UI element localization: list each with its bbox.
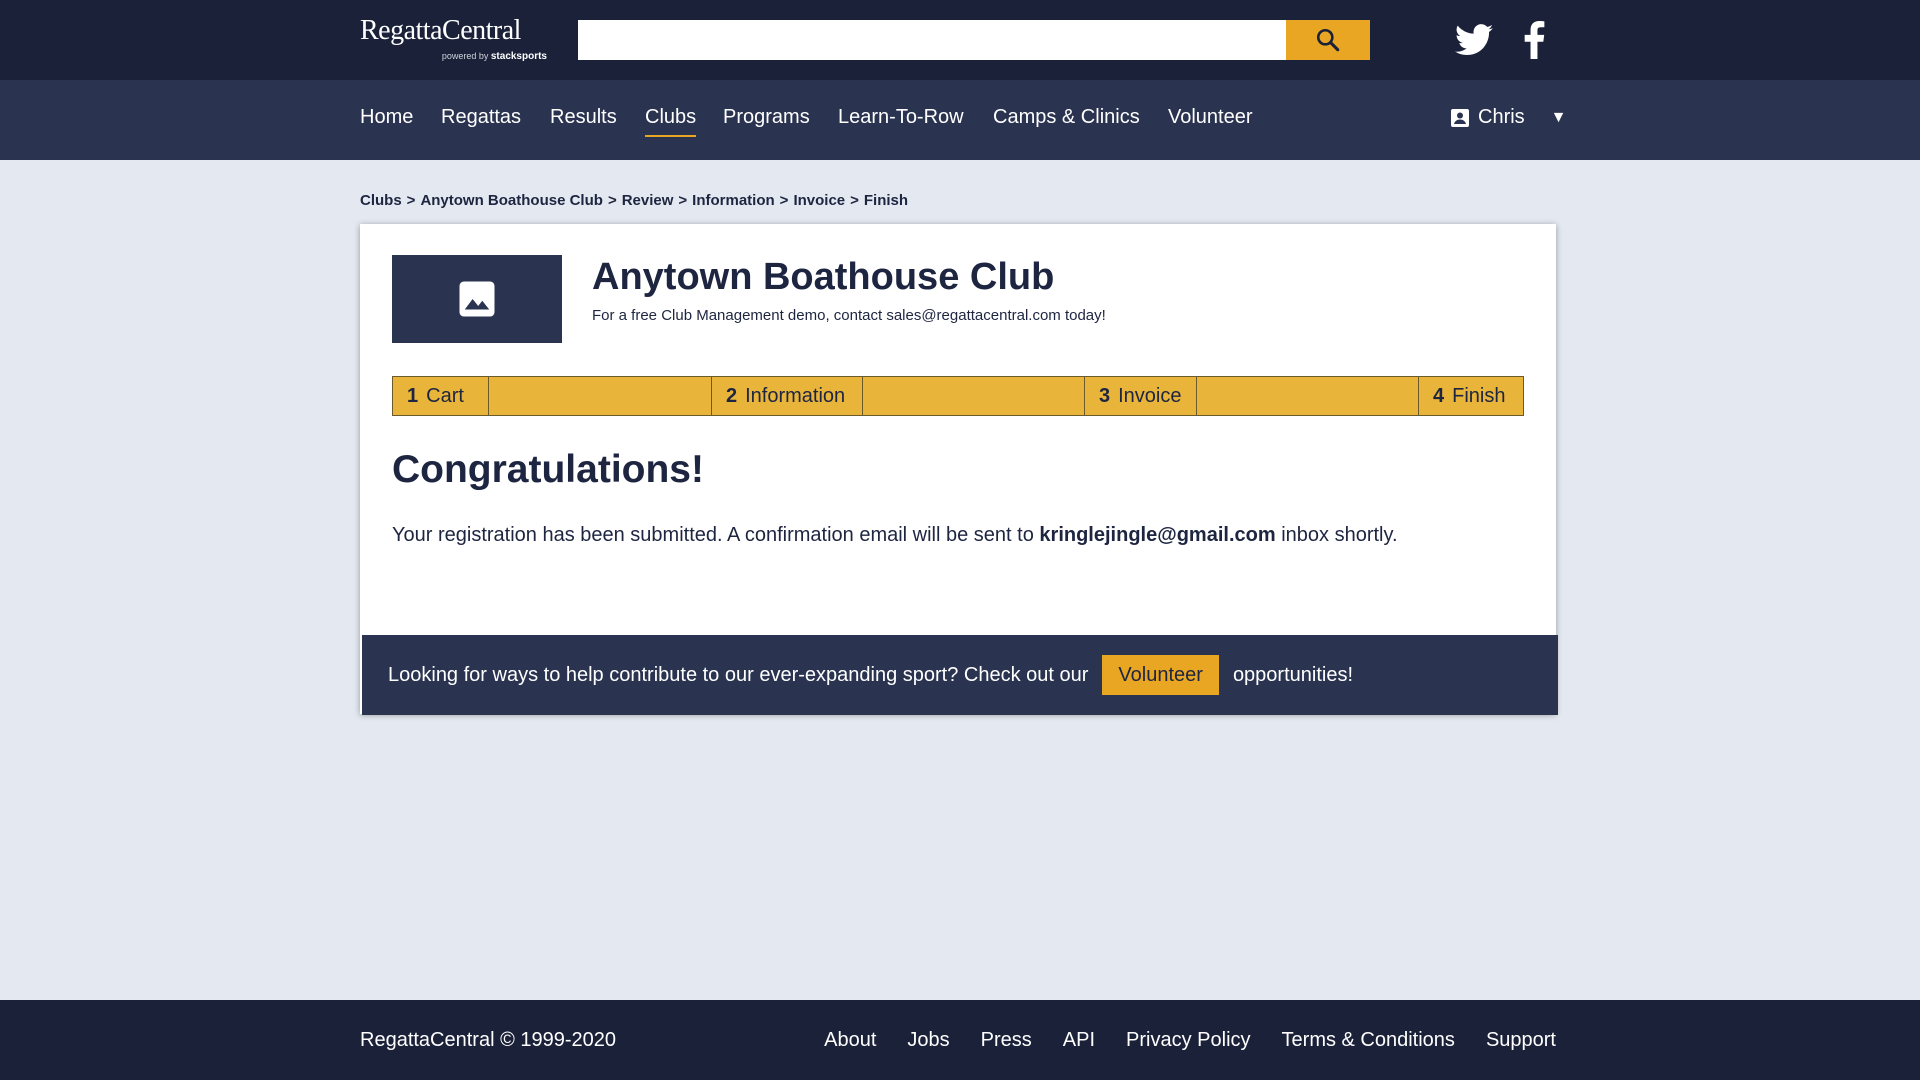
step-finish: 4 Finish (1418, 377, 1524, 415)
step-cart: 1 Cart (392, 377, 489, 415)
footer-link-terms[interactable]: Terms & Conditions (1282, 1029, 1455, 1052)
image-placeholder-icon (459, 281, 495, 317)
nav-regattas[interactable]: Regattas (441, 106, 521, 129)
footer-link-api[interactable]: API (1063, 1029, 1095, 1052)
breadcrumb-clubs[interactable]: Clubs (360, 192, 402, 209)
step-number: 4 (1433, 384, 1445, 407)
footer-link-about[interactable]: About (824, 1029, 876, 1052)
step-label: Invoice (1118, 384, 1182, 407)
breadcrumb-finish: Finish (863, 192, 909, 209)
breadcrumb-review[interactable]: Review (622, 192, 674, 209)
main-nav: Home Regattas Results Clubs Programs Lea… (0, 80, 1920, 160)
chevron-down-icon: ▼ (1550, 108, 1567, 126)
nav-learn-to-row[interactable]: Learn-To-Row (838, 106, 964, 129)
volunteer-text-after: opportunities! (1232, 663, 1354, 686)
footer-link-support[interactable]: Support (1486, 1029, 1556, 1052)
confirmation-message: Your registration has been submitted. A … (392, 524, 1398, 547)
registration-card: Anytown Boathouse Club For a free Club M… (360, 224, 1558, 715)
twitter-link[interactable] (1452, 18, 1496, 62)
regattacentral-logo[interactable]: RegattaCentral powered by stacksports (360, 16, 550, 66)
nav-volunteer[interactable]: Volunteer (1168, 106, 1253, 129)
breadcrumb: Clubs > Anytown Boathouse Club > Review > Info… (360, 192, 908, 209)
step-invoice: 3 Invoice (1084, 377, 1197, 415)
step-number: 1 (407, 384, 419, 407)
breadcrumb-separator: > (678, 192, 688, 209)
nav-results[interactable]: Results (550, 106, 617, 129)
account-box-icon (1451, 108, 1469, 127)
breadcrumb-club[interactable]: Anytown Boathouse Club (420, 192, 603, 209)
logo-text: RegattaCentral (360, 15, 521, 46)
copyright: RegattaCentral © 1999-2020 (360, 1029, 617, 1051)
nav-home[interactable]: Home (360, 106, 413, 129)
breadcrumb-separator: > (850, 192, 859, 209)
breadcrumb-information[interactable]: Information (692, 192, 775, 209)
message-suffix: inbox shortly. (1275, 524, 1398, 546)
club-name: Anytown Boathouse Club (592, 256, 1055, 298)
footer-link-jobs[interactable]: Jobs (907, 1029, 949, 1052)
volunteer-text-before: Looking for ways to help contribute to o… (388, 663, 1089, 686)
facebook-link[interactable] (1512, 18, 1556, 62)
volunteer-banner: Looking for ways to help contribute to o… (362, 635, 1558, 715)
footer-link-privacy[interactable]: Privacy Policy (1126, 1029, 1250, 1052)
search-input[interactable] (578, 20, 1286, 60)
twitter-icon (1455, 24, 1493, 56)
breadcrumb-separator: > (607, 192, 617, 209)
user-name: Chris (1478, 106, 1525, 128)
logo-partner: stacksports (490, 51, 547, 62)
step-label: Cart (426, 384, 464, 407)
step-label: Information (745, 384, 846, 407)
step-number: 2 (726, 384, 738, 407)
progress-steps: 1 Cart 2 Information 3 Invoice 4 Finish (392, 376, 1524, 416)
logo-powered-by-label: powered by (441, 51, 489, 61)
club-logo-placeholder (392, 255, 562, 343)
nav-clubs[interactable]: Clubs (645, 106, 697, 137)
nav-programs[interactable]: Programs (723, 106, 810, 129)
step-label: Finish (1452, 384, 1506, 407)
club-subtitle: For a free Club Management demo, contact… (592, 307, 1106, 324)
volunteer-button[interactable]: Volunteer (1102, 655, 1219, 695)
search-button[interactable] (1286, 20, 1370, 60)
breadcrumb-separator: > (406, 192, 416, 209)
step-information: 2 Information (711, 377, 863, 415)
facebook-icon (1524, 21, 1545, 59)
confirmation-heading: Congratulations! (392, 448, 704, 491)
breadcrumb-invoice[interactable]: Invoice (793, 192, 845, 209)
footer-links: About Jobs Press API Privacy Policy Term… (824, 1029, 1556, 1052)
user-menu[interactable]: Chris ▼ (1450, 106, 1567, 129)
confirmation-email: kringlejingle@gmail.com (1039, 524, 1276, 546)
top-header: RegattaCentral powered by stacksports (0, 0, 1920, 80)
footer-link-press[interactable]: Press (981, 1029, 1032, 1052)
page-footer: RegattaCentral © 1999-2020 About Jobs Pr… (0, 1000, 1920, 1080)
search-icon (1316, 28, 1340, 52)
step-number: 3 (1099, 384, 1111, 407)
breadcrumb-separator: > (779, 192, 789, 209)
message-prefix: Your registration has been submitted. A … (392, 524, 1040, 546)
nav-camps-clinics[interactable]: Camps & Clinics (993, 106, 1140, 129)
logo-powered-by: powered by stacksports (442, 51, 547, 62)
